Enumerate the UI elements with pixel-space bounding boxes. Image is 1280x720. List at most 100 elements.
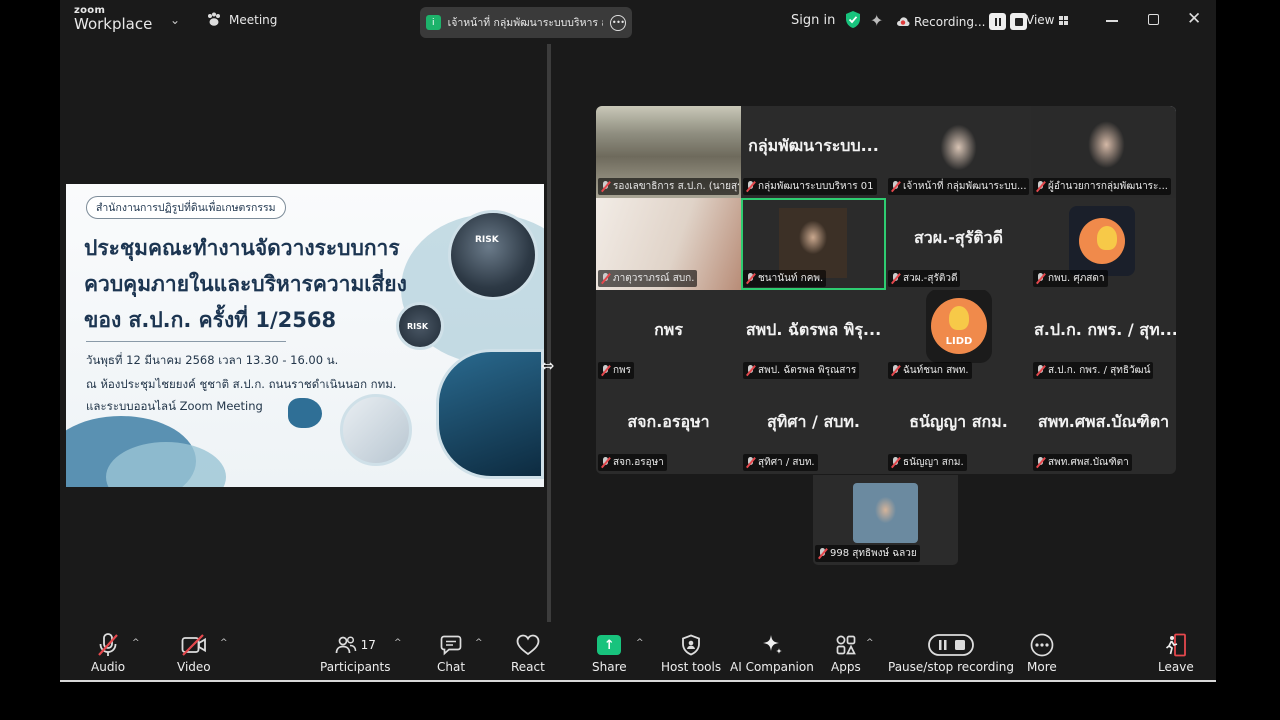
leave-button[interactable]: Leave [1158,632,1194,674]
active-speaker-pill[interactable]: i เจ้าหน้าที่ กลุ่มพัฒนาระบบบริหาร ส.ป.ก… [420,7,632,38]
cloud-recording-icon [897,17,910,26]
participant-name: ส.ป.ก. กพร. / สุท... [1034,320,1176,339]
maximize-icon[interactable] [1148,14,1159,25]
participant-tile[interactable]: สุทิศา / สบท. สุทิศา / สบท. [741,382,886,474]
share-label: Share [592,660,627,674]
stop-recording-button[interactable] [1010,13,1028,30]
slide-organization: สำนักงานการปฏิรูปที่ดินเพื่อเกษตรกรรม [86,196,286,219]
chat-label: Chat [437,660,466,674]
audio-button[interactable]: Audio [91,632,125,674]
host-tools-button[interactable]: Host tools [661,632,721,674]
slide-risk-image: RISK [448,210,538,300]
participant-tile[interactable]: กลุ่มพัฒนาระบบ... กลุ่มพัฒนาระบบบริหาร 0… [741,106,886,198]
mic-muted-icon [601,365,610,376]
pause-stop-recording-label: Pause/stop recording [888,660,1014,674]
sign-in-link[interactable]: Sign in [791,13,835,28]
participant-tile[interactable]: สพท.ศพส.บัณฑิตา สพท.ศพส.บัณฑิตา [1031,382,1176,474]
meeting-toolbar: Audio ^ Video ^ 17 Participants ^ Chat ^… [60,622,1216,680]
apps-label: Apps [831,660,861,674]
participant-tile[interactable]: ส.ป.ก. กพร. / สุท... ส.ป.ก. กพร. / สุทธิ… [1031,290,1176,382]
lidd-logo: LIDD [931,298,987,354]
more-options-icon[interactable]: ••• [610,14,626,31]
participant-tile[interactable]: ธนัญญา สกม. ธนัญญา สกม. [886,382,1031,474]
mic-muted-icon [1036,457,1045,468]
heart-icon [516,634,540,656]
participants-options-caret-icon[interactable]: ^ [394,638,402,648]
slide-place: ณ ห้องประชุมไชยยงค์ ชูชาติ ส.ป.ก. ถนนราช… [86,377,397,391]
resize-handle-icon[interactable]: ⇔ [541,356,554,375]
participants-label: Participants [320,660,391,674]
slide-document-image [340,394,412,466]
participant-tile[interactable]: LIDD ฉันท์ชนก สพท. [886,290,1031,382]
participant-tile[interactable]: สวผ.-สุรัติวดี สวผ.-สุรัติวดี [886,198,1031,290]
participant-label: กพร [598,362,635,379]
slide-date: วันพุธที่ 12 มีนาคม 2568 เวลา 13.30 - 16… [86,353,339,367]
mic-muted-icon [746,457,755,468]
participant-label: รองเลขาธิการ ส.ป.ก. (นายสุรชัย... [598,178,739,195]
lidd-logo-text: LIDD [945,335,973,347]
participant-tile[interactable]: สพป. ฉัตรพล พิรุ... สพป. ฉัตรพล พิรุณสาร [741,290,886,382]
leave-door-icon [1165,633,1186,657]
close-icon[interactable]: ✕ [1187,9,1201,29]
apps-button[interactable]: Apps [831,632,861,674]
share-button[interactable]: ↑ Share [592,632,627,674]
zoom-window: zoom Workplace ⌄ Meeting i เจ้าหน้าที่ ก… [60,0,1216,682]
apps-options-caret-icon[interactable]: ^ [866,638,874,648]
participant-label: ธนัญญา สกม. [888,454,967,471]
minimize-icon[interactable] [1106,20,1118,22]
participant-tile[interactable]: ภาตุวราภรณ์ สบก. [596,198,741,290]
participant-tile[interactable]: ผู้อำนวยการกลุ่มพัฒนาระ... [1031,106,1176,198]
recording-label: Recording... [914,14,986,29]
more-label: More [1027,660,1057,674]
participant-tile[interactable]: เจ้าหน้าที่ กลุ่มพัฒนาระบบ... [886,106,1031,198]
participant-name: สพป. ฉัตรพล พิรุ... [745,320,882,339]
participant-tile-active-speaker[interactable]: ชนานันท์ กคพ. [741,198,886,290]
video-label: Video [177,660,211,674]
participant-label: กลุ่มพัฒนาระบบบริหาร 01 [743,178,877,195]
ai-sparkle-icon[interactable]: ✦ [870,11,883,30]
mic-muted-icon [98,633,118,656]
split-divider[interactable] [547,44,551,622]
participant-tile[interactable]: สจก.อรอุษา สจก.อรอุษา [596,382,741,474]
share-options-caret-icon[interactable]: ^ [636,638,644,648]
ai-companion-button[interactable]: AI Companion [730,632,814,674]
more-button[interactable]: More [1027,632,1057,674]
view-button[interactable]: View [1026,13,1069,27]
slide-laptop-image [436,349,544,479]
encryption-shield-icon[interactable] [845,10,861,29]
participant-label: สุทิศา / สบท. [743,454,818,471]
pause-recording-button[interactable] [989,13,1007,30]
pause-stop-recording-button[interactable]: Pause/stop recording [888,632,1014,674]
meeting-label: Meeting [229,12,278,27]
mic-muted-icon [601,457,610,468]
logo-line2: Workplace [74,15,153,33]
video-off-icon [181,634,206,656]
video-button[interactable]: Video [177,632,211,674]
meeting-tab[interactable]: Meeting [206,12,277,27]
participant-video [853,483,918,543]
participant-tile[interactable]: 998 สุทธิพงษ์ ฉลวย [813,475,958,565]
chat-options-caret-icon[interactable]: ^ [475,638,483,648]
mic-muted-icon [746,181,755,192]
video-options-caret-icon[interactable]: ^ [220,638,228,648]
participant-tile[interactable]: กพบ. ศุภสดา [1031,198,1176,290]
react-button[interactable]: React [511,632,545,674]
mic-muted-icon [601,181,610,192]
chat-button[interactable]: Chat [437,632,465,674]
participant-name: สพท.ศพส.บัณฑิตา [1037,412,1170,431]
participant-tile[interactable]: กพร กพร [596,290,741,382]
participant-label: เจ้าหน้าที่ กลุ่มพัฒนาระบบ... [888,178,1029,195]
participant-tile[interactable]: รองเลขาธิการ ส.ป.ก. (นายสุรชัย... [596,106,741,198]
participant-name: ธนัญญา สกม. [909,412,1008,431]
slide-title-line3: ของ ส.ป.ก. ครั้งที่ 1/2568 [84,308,337,332]
participant-label: สพท.ศพส.บัณฑิตา [1033,454,1132,471]
audio-options-caret-icon[interactable]: ^ [132,638,140,648]
chevron-down-icon[interactable]: ⌄ [170,13,180,27]
participants-button[interactable]: 17 Participants [320,632,391,674]
participant-name: สจก.อรอุษา [627,412,710,431]
participant-count: 17 [360,638,376,652]
mic-muted-icon [891,181,900,192]
participant-label: ผู้อำนวยการกลุ่มพัฒนาระ... [1033,178,1171,195]
participant-label: ภาตุวราภรณ์ สบก. [598,270,698,287]
participant-label: ฉันท์ชนก สพท. [888,362,972,379]
